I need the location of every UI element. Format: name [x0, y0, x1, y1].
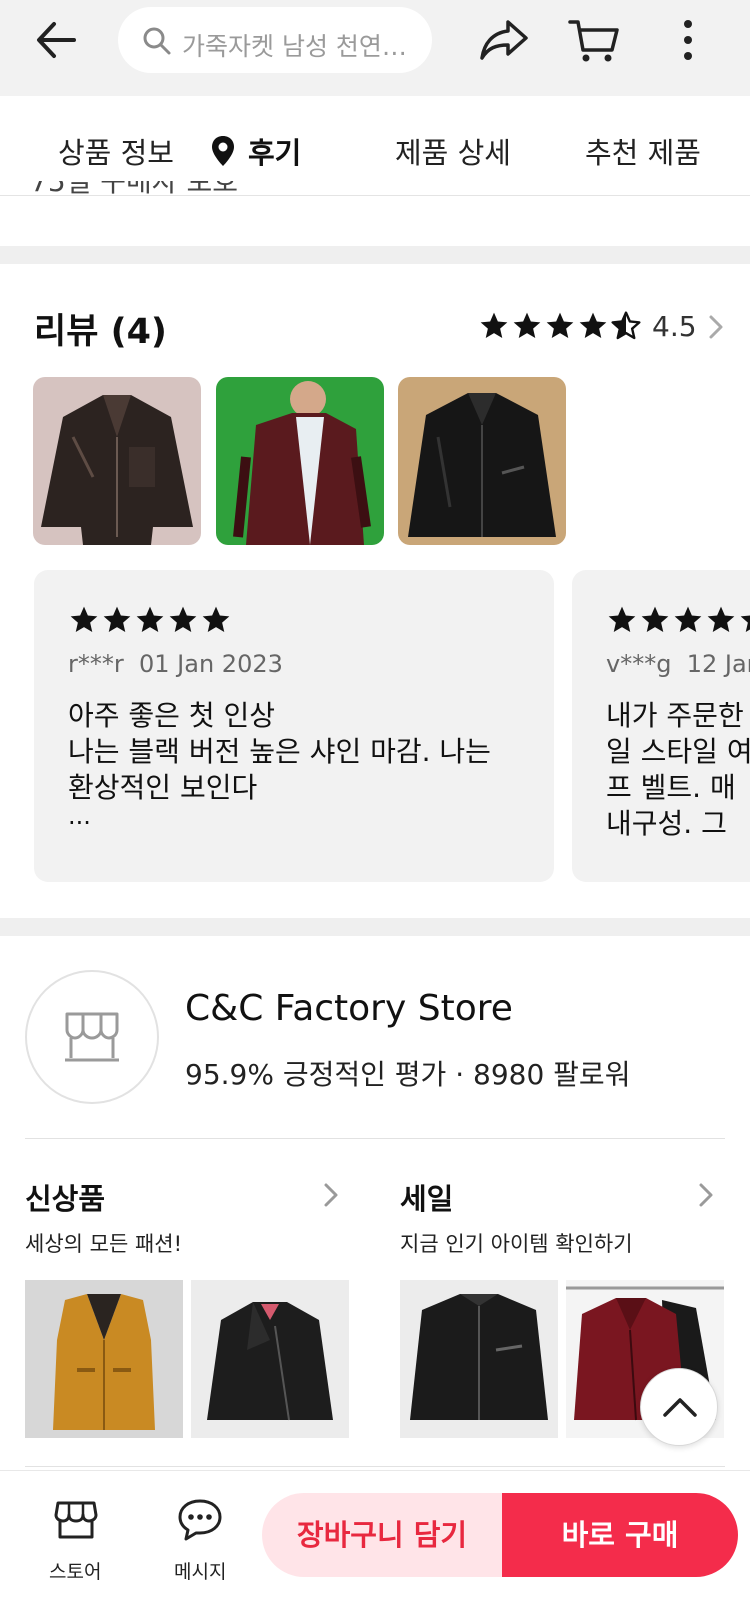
sale-subtitle: 지금 인기 아이템 확인하기 — [400, 1232, 633, 1256]
store-name[interactable]: C&C Factory Store — [185, 988, 513, 1029]
new-arrivals-subtitle: 세상의 모든 패션! — [25, 1232, 183, 1256]
review-meta: v***g 12 Jan — [606, 650, 750, 678]
bottom-action-bar: 스토어 메시지 장바구니 담기 바로 구매 — [0, 1470, 750, 1598]
product-thumbnail[interactable] — [191, 1280, 349, 1438]
section-divider — [0, 918, 750, 936]
review-photo-3[interactable] — [398, 377, 566, 545]
buyer-protection-partial-text: 75일 구매자 보호 — [30, 181, 238, 198]
scroll-to-top-button[interactable] — [640, 1368, 718, 1446]
reviews-rating-value: 4.5 — [652, 310, 697, 343]
star-filled-icon — [740, 615, 750, 632]
star-filled-icon — [513, 312, 541, 338]
jacket-image — [400, 1280, 558, 1438]
vest-image — [25, 1280, 183, 1438]
star-filled-icon — [608, 606, 636, 632]
review-user: r***r — [68, 650, 124, 678]
product-thumbnail[interactable] — [25, 1280, 183, 1438]
store-icon[interactable] — [52, 1497, 100, 1543]
more-vertical-icon[interactable] — [668, 14, 708, 66]
jacket-photo-image — [398, 377, 566, 545]
reviews-rating-stars — [478, 310, 643, 346]
product-thumbnail[interactable] — [400, 1280, 558, 1438]
search-placeholder: 가죽자켓 남성 천연… — [182, 32, 407, 61]
tab-recommended[interactable]: 추천 제품 — [585, 130, 701, 172]
chevron-up-icon — [663, 1398, 697, 1417]
store-stats: 95.9% 긍정적인 평가 · 8980 팔로워 — [185, 1058, 631, 1091]
review-ellipsis: ... — [68, 802, 91, 830]
star-filled-icon — [674, 606, 702, 632]
star-filled-icon — [169, 606, 197, 632]
star-half-icon — [611, 311, 641, 340]
back-arrow-icon[interactable] — [30, 14, 82, 66]
review-text: 내가 주문한 일 스타일 여 프 벨트. 매 내구성. 그 — [606, 699, 750, 840]
reviews-title: 리뷰 (4) — [34, 312, 167, 352]
review-date: 12 Jan — [686, 650, 750, 678]
review-meta: r***r 01 Jan 2023 — [68, 650, 283, 678]
star-filled-icon — [707, 606, 735, 632]
review-text: 아주 좋은 첫 인상 나는 블랙 버전 높은 샤인 마감. 나는 환상적인 보인… — [68, 699, 491, 804]
star-filled-icon — [480, 312, 508, 338]
tab-product-detail[interactable]: 제품 상세 — [395, 130, 511, 172]
jacket-image — [191, 1280, 349, 1438]
location-pin-icon — [212, 136, 234, 166]
review-photo-2[interactable] — [216, 377, 384, 545]
cart-icon[interactable] — [566, 14, 622, 66]
tab-product-info[interactable]: 상품 정보 — [58, 130, 174, 172]
chevron-right-icon[interactable] — [320, 1180, 342, 1210]
chevron-right-icon[interactable] — [704, 312, 728, 342]
section-divider — [0, 246, 750, 264]
search-icon — [143, 27, 171, 55]
star-filled-icon — [641, 606, 669, 632]
top-bar: 가죽자켓 남성 천연… — [0, 0, 750, 96]
star-filled-icon — [70, 606, 98, 632]
star-filled-icon — [202, 606, 230, 632]
star-filled-icon — [136, 606, 164, 632]
storefront-icon — [65, 1012, 119, 1062]
buy-now-button[interactable]: 바로 구매 — [502, 1493, 738, 1577]
sale-title[interactable]: 세일 — [400, 1176, 453, 1218]
review-card[interactable]: r***r 01 Jan 2023 아주 좋은 첫 인상 나는 블랙 버전 높은… — [34, 570, 554, 882]
review-stars — [68, 604, 233, 636]
jacket-photo-image — [216, 377, 384, 545]
review-user: v***g — [606, 650, 672, 678]
share-icon[interactable] — [476, 14, 532, 66]
tab-reviews[interactable]: 후기 — [248, 130, 301, 172]
star-filled-icon — [546, 312, 574, 338]
divider — [25, 1138, 725, 1139]
jacket-photo-image — [33, 377, 201, 545]
review-date: 01 Jan 2023 — [139, 650, 283, 678]
review-stars — [606, 604, 750, 636]
search-bar[interactable]: 가죽자켓 남성 천연… — [118, 7, 432, 73]
divider — [25, 1466, 725, 1467]
review-photo-1[interactable] — [33, 377, 201, 545]
new-arrivals-title[interactable]: 신상품 — [25, 1176, 105, 1218]
star-filled-icon — [579, 312, 607, 338]
chevron-right-icon[interactable] — [695, 1180, 717, 1210]
store-logo[interactable] — [25, 970, 159, 1104]
store-nav-label[interactable]: 스토어 — [49, 1557, 101, 1584]
message-nav-label[interactable]: 메시지 — [174, 1557, 226, 1584]
message-icon[interactable] — [176, 1497, 224, 1543]
add-to-cart-button[interactable]: 장바구니 담기 — [262, 1493, 502, 1577]
review-card[interactable]: v***g 12 Jan 내가 주문한 일 스타일 여 프 벨트. 매 내구성.… — [572, 570, 750, 882]
star-filled-icon — [103, 606, 131, 632]
